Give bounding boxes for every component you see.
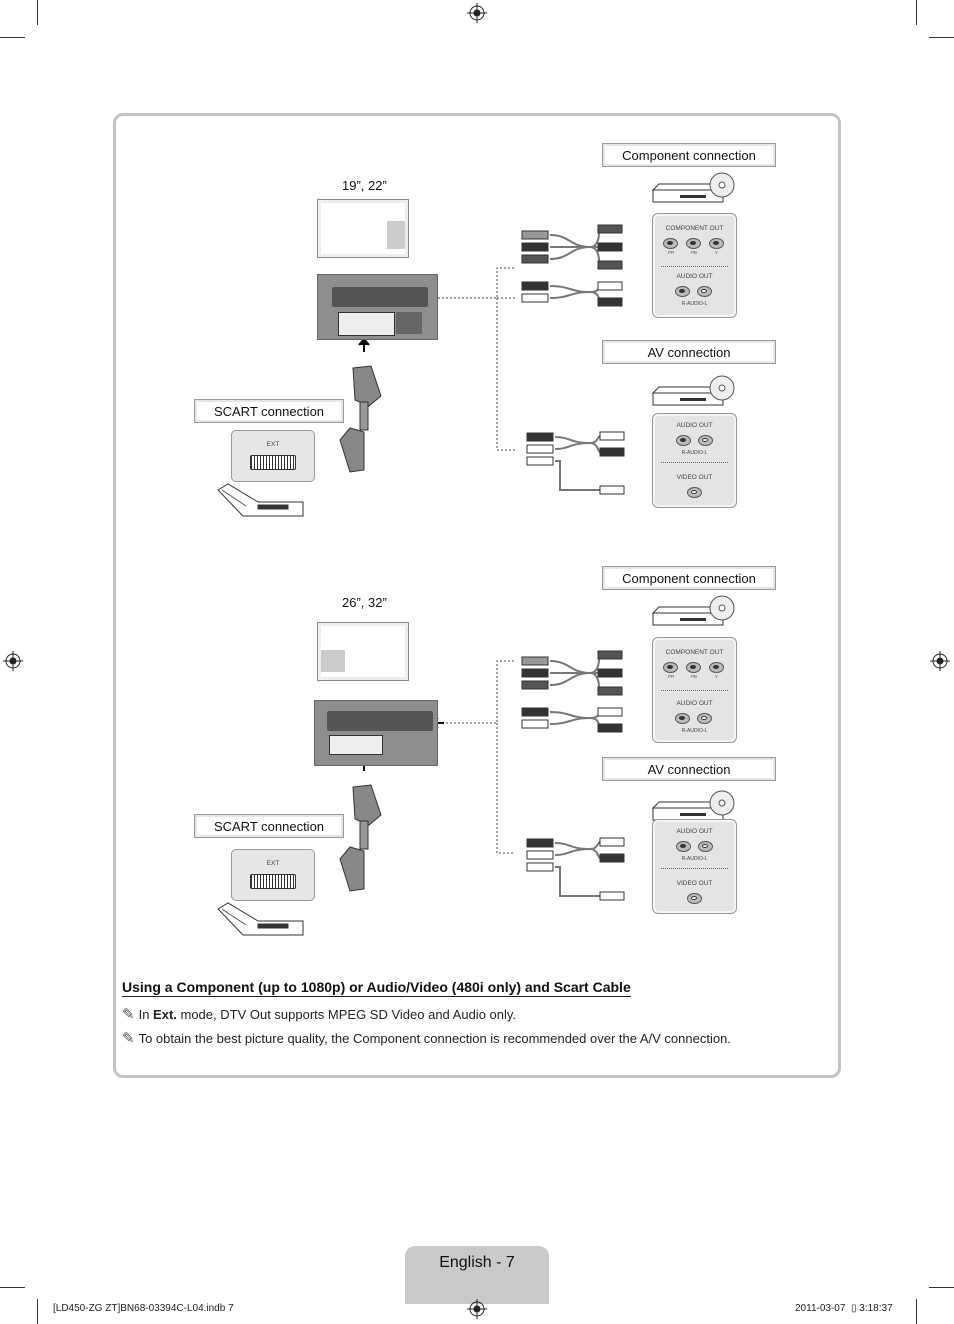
r-audio-l-label: R-AUDIO-L bbox=[681, 728, 708, 734]
component-cable bbox=[549, 228, 600, 303]
pencil-note-icon: ✎ bbox=[122, 1030, 135, 1047]
dvd-player-icon bbox=[651, 375, 735, 406]
pb-label: PB bbox=[691, 674, 698, 679]
scart-socket bbox=[250, 455, 296, 470]
av-cable bbox=[554, 435, 601, 491]
tv-front-illustration bbox=[317, 199, 409, 258]
pb-jack bbox=[686, 238, 701, 249]
pr-jack bbox=[663, 238, 678, 249]
av-connection-label: AV connection bbox=[602, 340, 776, 364]
scart-connection-label: SCART connection bbox=[194, 814, 344, 838]
ext-label: EXT bbox=[266, 441, 280, 448]
component-out-panel: COMPONENT OUT PR PB Y AUDIO OUT R-AUDIO-L bbox=[652, 213, 737, 318]
note-bold: Ext. bbox=[153, 1007, 177, 1022]
crop-mark bbox=[916, 0, 917, 25]
vcr-icon bbox=[217, 902, 304, 936]
audio-out-label: AUDIO OUT bbox=[676, 700, 713, 707]
y-jack bbox=[709, 238, 724, 249]
note-text: To obtain the best picture quality, the … bbox=[138, 1031, 731, 1046]
ext-scart-panel: EXT bbox=[231, 430, 315, 482]
component-cable bbox=[549, 654, 600, 729]
size-label: 26”, 32” bbox=[342, 595, 387, 610]
component-out-panel: COMPONENT OUT PR PB Y AUDIO OUT R-AUDIO-L bbox=[652, 637, 737, 743]
cable-diagram bbox=[217, 595, 735, 936]
dvd-player-icon bbox=[651, 172, 735, 203]
crop-mark bbox=[929, 1287, 954, 1288]
connection-diagram-19-22: Component connection COMPONENT OUT PR PB Y… bbox=[0, 140, 954, 550]
tv-rear-panel bbox=[314, 700, 438, 766]
note-text: In bbox=[138, 1007, 154, 1022]
pb-label: PB bbox=[691, 250, 698, 255]
scart-connection-label: SCART connection bbox=[194, 399, 344, 423]
section-heading: Using a Component (up to 1080p) or Audio… bbox=[122, 979, 631, 997]
tv-rear-panel bbox=[317, 274, 438, 340]
size-label: 19”, 22” bbox=[342, 178, 387, 193]
footer-filename: [LD450-ZG ZT]BN68-03394C-L04.indb 7 bbox=[53, 1303, 234, 1314]
audio-l-jack bbox=[698, 435, 713, 446]
crop-mark bbox=[929, 37, 954, 38]
audio-l-jack bbox=[697, 713, 712, 724]
video-jack bbox=[687, 487, 702, 498]
audio-out-label: AUDIO OUT bbox=[676, 422, 713, 429]
r-audio-l-label: R-AUDIO-L bbox=[681, 856, 708, 862]
registration-mark-icon bbox=[467, 1299, 487, 1319]
audio-r-jack bbox=[675, 713, 690, 724]
scart-socket bbox=[250, 874, 296, 889]
component-out-label: COMPONENT OUT bbox=[665, 649, 724, 656]
pb-jack bbox=[686, 662, 701, 673]
pr-label: PR bbox=[668, 674, 675, 679]
ext-scart-panel: EXT bbox=[231, 849, 315, 901]
audio-r-jack bbox=[676, 841, 691, 852]
manual-page: Component connection COMPONENT OUT PR PB Y… bbox=[0, 0, 954, 1324]
connection-dotted-line bbox=[438, 660, 515, 854]
footer-timestamp: 2011-03-07 ▯ 3:18:37 bbox=[795, 1303, 893, 1314]
av-out-panel: AUDIO OUT R-AUDIO-L VIDEO OUT bbox=[652, 819, 737, 914]
audio-r-jack bbox=[675, 286, 690, 297]
connection-dotted-line bbox=[438, 267, 515, 451]
audio-l-jack bbox=[698, 841, 713, 852]
pr-jack bbox=[663, 662, 678, 673]
y-label: Y bbox=[715, 674, 719, 679]
dvd-player-icon bbox=[651, 790, 735, 821]
scart-cable bbox=[339, 784, 382, 892]
cable-diagram bbox=[217, 172, 735, 517]
video-jack bbox=[687, 893, 702, 904]
av-connection-label: AV connection bbox=[602, 757, 776, 781]
tv-front-illustration bbox=[317, 622, 409, 681]
pr-label: PR bbox=[668, 250, 675, 255]
audio-l-jack bbox=[697, 286, 712, 297]
av-out-panel: AUDIO OUT R-AUDIO-L VIDEO OUT bbox=[652, 413, 737, 508]
video-out-label: VIDEO OUT bbox=[676, 880, 713, 887]
scart-cable bbox=[339, 365, 382, 473]
crop-mark bbox=[37, 1299, 38, 1324]
page-number-tab: English - 7 bbox=[405, 1246, 549, 1304]
audio-out-label: AUDIO OUT bbox=[676, 273, 713, 280]
y-label: Y bbox=[715, 250, 719, 255]
audio-out-label: AUDIO OUT bbox=[676, 828, 713, 835]
dvd-player-icon bbox=[651, 595, 735, 626]
arrow-up-icon bbox=[358, 337, 370, 352]
note-picture-quality: ✎ To obtain the best picture quality, the… bbox=[122, 1029, 731, 1047]
y-jack bbox=[709, 662, 724, 673]
component-connection-label: Component connection bbox=[602, 143, 776, 167]
av-cable bbox=[554, 841, 601, 897]
note-text: mode, DTV Out supports MPEG SD Video and… bbox=[176, 1007, 517, 1022]
component-out-label: COMPONENT OUT bbox=[665, 225, 724, 232]
ext-label: EXT bbox=[266, 860, 280, 867]
video-out-label: VIDEO OUT bbox=[676, 474, 713, 481]
component-connection-label: Component connection bbox=[602, 566, 776, 590]
connection-diagram-26-32: Component connection COMPONENT OUT PR PB Y… bbox=[0, 563, 954, 973]
registration-mark-icon bbox=[467, 3, 487, 23]
pencil-note-icon: ✎ bbox=[122, 1006, 135, 1023]
vcr-icon bbox=[217, 483, 304, 517]
note-ext-mode: ✎ In Ext. mode, DTV Out supports MPEG SD … bbox=[122, 1005, 516, 1023]
crop-mark bbox=[0, 1287, 25, 1288]
crop-mark bbox=[0, 37, 25, 38]
crop-mark bbox=[916, 1299, 917, 1324]
crop-mark bbox=[37, 0, 38, 25]
r-audio-l-label: R-AUDIO-L bbox=[681, 450, 708, 456]
r-audio-l-label: R-AUDIO-L bbox=[681, 301, 708, 307]
audio-r-jack bbox=[676, 435, 691, 446]
